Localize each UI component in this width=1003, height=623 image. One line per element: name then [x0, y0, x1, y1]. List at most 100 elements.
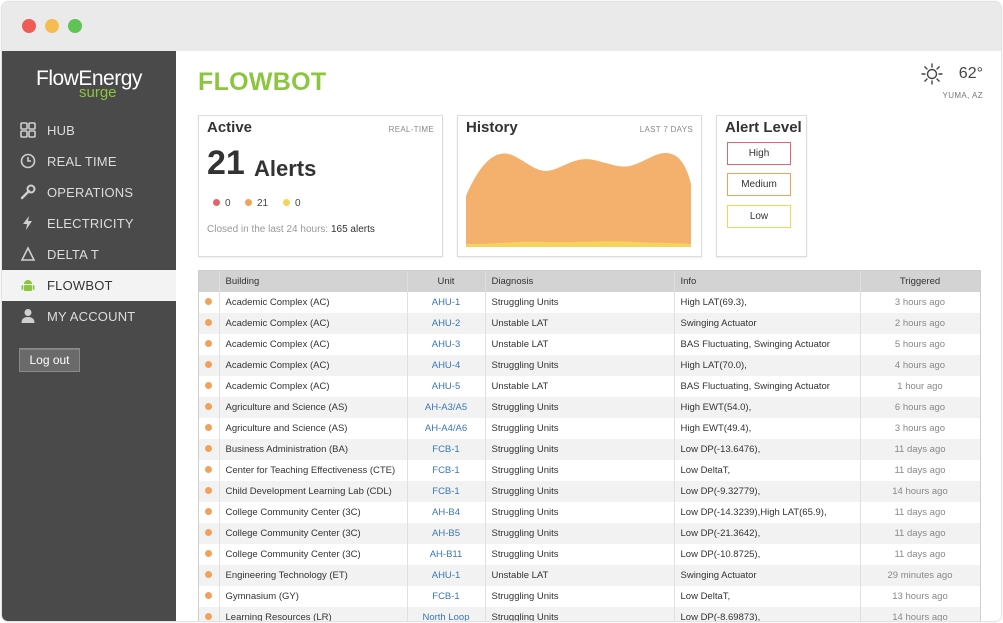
- triggered-cell: 11 days ago: [860, 523, 980, 544]
- diagnosis-cell: Struggling Units: [485, 418, 675, 439]
- logo[interactable]: FlowEnergy surge: [36, 67, 156, 101]
- table-row[interactable]: Academic Complex (AC) AHU-5 Unstable LAT BA…: [199, 376, 980, 397]
- sidebar: FlowEnergy surge HUB REAL TIME OPERATION…: [2, 51, 176, 621]
- table-row[interactable]: Gymnasium (GY) FCB-1 Struggling Units Low D…: [199, 586, 980, 607]
- table-row[interactable]: Center for Teaching Effectiveness (CTE) F…: [199, 460, 980, 481]
- table-row[interactable]: Academic Complex (AC) AHU-1 Struggling Uni…: [199, 292, 980, 313]
- unit-link[interactable]: AH-B5: [407, 523, 486, 544]
- building-cell: College Community Center (3C): [219, 544, 408, 565]
- unit-link[interactable]: AH-A3/A5: [407, 397, 486, 418]
- active-alert-label: Alerts: [254, 156, 317, 181]
- diagnosis-column-header[interactable]: Diagnosis: [485, 271, 675, 292]
- minimize-window-button[interactable]: [45, 19, 59, 33]
- info-cell: Low DP(-13.6476),: [674, 439, 861, 460]
- status-cell: [199, 355, 220, 376]
- sidebar-item-label: MY ACCOUNT: [47, 309, 136, 324]
- low-count: 0: [283, 198, 301, 209]
- table-row[interactable]: Child Development Learning Lab (CDL) FCB-…: [199, 481, 980, 502]
- info-cell: BAS Fluctuating, Swinging Actuator: [674, 376, 861, 397]
- info-cell: High EWT(54.0),: [674, 397, 861, 418]
- unit-link[interactable]: FCB-1: [407, 439, 486, 460]
- sun-icon: [921, 63, 943, 85]
- status-cell: [199, 460, 220, 481]
- unit-link[interactable]: FCB-1: [407, 460, 486, 481]
- table-row[interactable]: Academic Complex (AC) AHU-4 Struggling Uni…: [199, 355, 980, 376]
- triggered-cell: 1 hour ago: [860, 376, 980, 397]
- card-subtitle: REAL-TIME: [388, 125, 434, 134]
- alert-level-card: Alert Level High Medium Low: [716, 115, 807, 257]
- active-alerts-card: Active REAL-TIME 21 Alerts 0 21 0 Closed…: [198, 115, 443, 257]
- alert-level-low-button[interactable]: Low: [727, 205, 791, 228]
- info-cell: Swinging Actuator: [674, 313, 861, 334]
- building-cell: Academic Complex (AC): [219, 376, 408, 397]
- table-row[interactable]: Business Administration (BA) FCB-1 Struggl…: [199, 439, 980, 460]
- diagnosis-cell: Struggling Units: [485, 586, 675, 607]
- triggered-cell: 3 hours ago: [860, 292, 980, 313]
- triggered-column-header[interactable]: Triggered: [860, 271, 980, 292]
- status-dot-medium: [205, 298, 213, 305]
- info-cell: Low DP(-8.69873),: [674, 607, 861, 621]
- maximize-window-button[interactable]: [68, 19, 82, 33]
- building-cell: Business Administration (BA): [219, 439, 408, 460]
- sidebar-item-hub[interactable]: HUB: [2, 115, 176, 146]
- info-cell: Swinging Actuator: [674, 565, 861, 586]
- unit-link[interactable]: FCB-1: [407, 586, 486, 607]
- sidebar-item-operations[interactable]: OPERATIONS: [2, 177, 176, 208]
- unit-link[interactable]: AHU-3: [407, 334, 486, 355]
- triggered-cell: 5 hours ago: [860, 334, 980, 355]
- building-column-header[interactable]: Building: [219, 271, 408, 292]
- logout-button[interactable]: Log out: [19, 348, 80, 372]
- sidebar-item-real-time[interactable]: REAL TIME: [2, 146, 176, 177]
- status-cell: [199, 481, 220, 502]
- page-title: FLOWBOT: [198, 68, 327, 96]
- sidebar-item-electricity[interactable]: ELECTRICITY: [2, 208, 176, 239]
- unit-link[interactable]: AH-B4: [407, 502, 486, 523]
- info-cell: High LAT(70.0),: [674, 355, 861, 376]
- table-row[interactable]: Academic Complex (AC) AHU-3 Unstable LAT BA…: [199, 334, 980, 355]
- alert-level-high-button[interactable]: High: [727, 142, 791, 165]
- triggered-cell: 11 days ago: [860, 439, 980, 460]
- status-dot-medium: [205, 445, 213, 452]
- unit-link[interactable]: AH-A4/A6: [407, 418, 486, 439]
- unit-column-header[interactable]: Unit: [407, 271, 486, 292]
- unit-link[interactable]: FCB-1: [407, 481, 486, 502]
- status-cell: [199, 544, 220, 565]
- unit-link[interactable]: AHU-2: [407, 313, 486, 334]
- table-row[interactable]: Agriculture and Science (AS) AH-A3/A5 Stru…: [199, 397, 980, 418]
- status-cell: [199, 376, 220, 397]
- triggered-cell: 3 hours ago: [860, 418, 980, 439]
- unit-link[interactable]: AHU-4: [407, 355, 486, 376]
- diagnosis-cell: Struggling Units: [485, 607, 675, 621]
- building-cell: Center for Teaching Effectiveness (CTE): [219, 460, 408, 481]
- building-cell: Learning Resources (LR): [219, 607, 408, 621]
- table-row[interactable]: Agriculture and Science (AS) AH-A4/A6 Stru…: [199, 418, 980, 439]
- table-row[interactable]: Engineering Technology (ET) AHU-1 Unstable…: [199, 565, 980, 586]
- unit-link[interactable]: AHU-1: [407, 565, 486, 586]
- sidebar-item-my-account[interactable]: MY ACCOUNT: [2, 301, 176, 332]
- logo-sub-text: surge: [79, 84, 117, 101]
- building-cell: Agriculture and Science (AS): [219, 397, 408, 418]
- unit-link[interactable]: AH-B11: [407, 544, 486, 565]
- table-row[interactable]: College Community Center (3C) AH-B5 Strugg…: [199, 523, 980, 544]
- diagnosis-cell: Struggling Units: [485, 397, 675, 418]
- triggered-cell: 11 days ago: [860, 460, 980, 481]
- closed-alerts-summary: Closed in the last 24 hours: 165 alerts: [207, 224, 375, 235]
- table-row[interactable]: College Community Center (3C) AH-B4 Strugg…: [199, 502, 980, 523]
- status-cell: [199, 523, 220, 544]
- alert-level-medium-button[interactable]: Medium: [727, 173, 791, 196]
- table-row[interactable]: College Community Center (3C) AH-B11 Strug…: [199, 544, 980, 565]
- table-row[interactable]: Learning Resources (LR) North Loop Struggl…: [199, 607, 980, 621]
- diagnosis-cell: Struggling Units: [485, 544, 675, 565]
- close-window-button[interactable]: [22, 19, 36, 33]
- table-row[interactable]: Academic Complex (AC) AHU-2 Unstable LAT Sw…: [199, 313, 980, 334]
- info-column-header[interactable]: Info: [674, 271, 861, 292]
- triggered-cell: 29 minutes ago: [860, 565, 980, 586]
- table-header-row: Building Unit Diagnosis Info Triggered: [199, 271, 980, 292]
- sidebar-item-delta-t[interactable]: DELTA T: [2, 239, 176, 270]
- card-title: History: [466, 119, 518, 136]
- unit-link[interactable]: AHU-5: [407, 376, 486, 397]
- info-cell: BAS Fluctuating, Swinging Actuator: [674, 334, 861, 355]
- unit-link[interactable]: North Loop: [407, 607, 486, 621]
- sidebar-item-flowbot[interactable]: FLOWBOT: [2, 270, 176, 301]
- unit-link[interactable]: AHU-1: [407, 292, 486, 313]
